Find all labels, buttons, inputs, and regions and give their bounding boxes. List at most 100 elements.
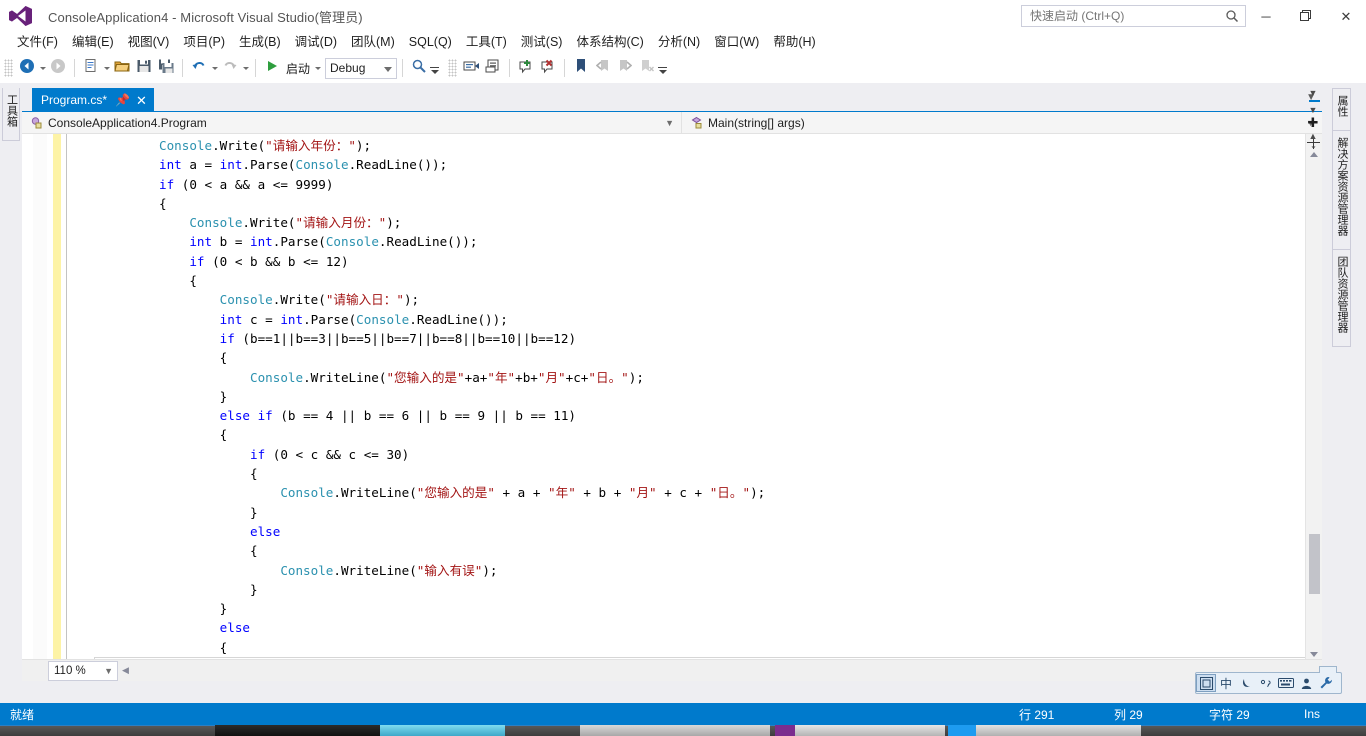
menu-debug[interactable]: 调试(D): [288, 33, 344, 52]
toolbar-overflow-button[interactable]: [430, 57, 440, 79]
menu-file[interactable]: 文件(F): [10, 33, 65, 52]
standard-toolbar: 启动 Debug: [0, 53, 1366, 83]
change-tracking-bar: [53, 134, 61, 659]
menu-help[interactable]: 帮助(H): [766, 33, 822, 52]
tool-window-dropdown-button[interactable]: ▼: [1306, 86, 1320, 99]
scrollbar-thumb[interactable]: [1309, 534, 1320, 594]
status-position-group: 行 291 列 29 字符 29 Ins: [1019, 706, 1366, 723]
undo-dropdown[interactable]: [210, 57, 219, 79]
menu-build[interactable]: 生成(B): [232, 33, 288, 52]
navigate-back-dropdown[interactable]: [38, 57, 47, 79]
navigation-bar: ConsoleApplication4.Program ▼ Main(strin…: [22, 111, 1322, 134]
right-dock-strip: ▼ ▼ ✚ ▲ 属性 解决方案资源管理器 团队资源管理器: [1308, 86, 1366, 681]
quick-launch-input[interactable]: [1030, 9, 1220, 23]
save-all-button[interactable]: [155, 57, 177, 79]
clear-bookmarks-button[interactable]: [636, 57, 658, 79]
menu-analyze[interactable]: 分析(N): [651, 33, 707, 52]
scroll-up-arrow-icon[interactable]: [1310, 152, 1318, 157]
taskbar-item[interactable]: [948, 725, 976, 736]
navigate-forward-button[interactable]: [47, 57, 69, 79]
undo-button[interactable]: [188, 57, 210, 79]
solution-configuration-combo[interactable]: Debug: [325, 57, 398, 79]
next-bookmark-button[interactable]: [614, 57, 636, 79]
taskbar-item[interactable]: [775, 725, 795, 736]
scroll-left-arrow-icon[interactable]: ◀: [122, 665, 129, 676]
code-editor-surface[interactable]: Console.Write("请输入年份："); int a = int.Par…: [22, 134, 1322, 659]
close-icon: ✕: [1340, 8, 1352, 24]
editor-horizontal-scrollbar[interactable]: [128, 662, 1322, 679]
document-tab-strip: Program.cs* 📌 ✕ ▼: [22, 86, 1322, 112]
toolbar-overflow-button-2[interactable]: [658, 57, 668, 79]
menu-tools[interactable]: 工具(T): [459, 33, 514, 52]
code-line: else: [249, 523, 281, 539]
source-code-text[interactable]: Console.Write("请输入年份："); int a = int.Par…: [68, 136, 765, 659]
maximize-restore-button[interactable]: [1286, 0, 1326, 32]
taskbar-item[interactable]: [976, 725, 1141, 736]
scroll-up-arrow-icon[interactable]: ▲: [1306, 129, 1320, 142]
chevron-down-icon[interactable]: ▼: [665, 118, 674, 128]
type-navigation-combo[interactable]: ConsoleApplication4.Program ▼: [22, 111, 682, 134]
ime-chinese-mode-button[interactable]: 中: [1216, 674, 1236, 692]
dock-tab-solution-explorer[interactable]: 解决方案资源管理器: [1332, 130, 1351, 250]
pin-icon[interactable]: 📌: [115, 93, 130, 107]
menu-view[interactable]: 视图(V): [121, 33, 177, 52]
menu-edit[interactable]: 编辑(E): [65, 33, 121, 52]
menu-test[interactable]: 测试(S): [514, 33, 570, 52]
code-line: {: [189, 273, 197, 289]
redo-dropdown[interactable]: [241, 57, 250, 79]
ime-punctuation-icon[interactable]: [1256, 674, 1276, 692]
toolbar-grip[interactable]: [4, 59, 13, 77]
redo-button[interactable]: [219, 57, 241, 79]
uncomment-block-button[interactable]: [482, 57, 504, 79]
auto-hide-pin-icon[interactable]: ✚: [1306, 116, 1320, 129]
start-debugging-label[interactable]: 启动: [283, 60, 313, 77]
comment-block-button[interactable]: [460, 57, 482, 79]
taskbar-item[interactable]: [380, 725, 505, 736]
quick-launch-box[interactable]: [1021, 5, 1246, 27]
scroll-down-arrow-icon[interactable]: [1310, 652, 1318, 657]
zoom-level-value: 110 %: [54, 664, 86, 677]
taskbar-item[interactable]: [795, 725, 945, 736]
menu-sql[interactable]: SQL(Q): [402, 33, 459, 52]
dock-tab-toolbox[interactable]: 工具箱: [2, 88, 20, 141]
ime-moon-icon[interactable]: [1236, 674, 1256, 692]
close-button[interactable]: ✕: [1326, 0, 1366, 32]
new-item-dropdown[interactable]: [102, 57, 111, 79]
ime-drag-handle[interactable]: [1319, 666, 1337, 673]
dock-tab-properties[interactable]: 属性: [1332, 88, 1351, 131]
menu-architecture[interactable]: 体系结构(C): [569, 33, 650, 52]
previous-bookmark-button[interactable]: [592, 57, 614, 79]
toolbar-grip[interactable]: [448, 59, 458, 77]
ime-mode-icon[interactable]: [1196, 674, 1216, 692]
ime-language-bar[interactable]: 中: [1195, 666, 1342, 694]
document-tab-program-cs[interactable]: Program.cs* 📌 ✕: [32, 88, 154, 112]
minimize-button[interactable]: ─: [1246, 0, 1286, 32]
dock-tab-team-explorer[interactable]: 团队资源管理器: [1332, 249, 1351, 347]
member-navigation-combo[interactable]: Main(string[] args) ▼: [682, 112, 1322, 134]
ime-keyboard-icon[interactable]: [1276, 674, 1296, 692]
start-debugging-dropdown[interactable]: [313, 57, 322, 79]
editor-vertical-scrollbar[interactable]: [1305, 134, 1322, 659]
taskbar-item[interactable]: [580, 725, 770, 736]
close-icon[interactable]: ✕: [136, 94, 147, 107]
find-in-files-button[interactable]: [408, 57, 430, 79]
start-debugging-button[interactable]: [261, 57, 283, 79]
taskbar-item[interactable]: [215, 725, 380, 736]
new-item-button[interactable]: [80, 57, 102, 79]
save-button[interactable]: [133, 57, 155, 79]
code-line: if (0 < a && a <= 9999): [159, 176, 334, 192]
menu-window[interactable]: 窗口(W): [707, 33, 766, 52]
menu-team[interactable]: 团队(M): [344, 33, 402, 52]
ime-tools-icon[interactable]: [1316, 674, 1336, 692]
menu-project[interactable]: 项目(P): [176, 33, 232, 52]
zoom-level-combo[interactable]: 110 % ▼: [48, 660, 118, 681]
type-navigation-value: ConsoleApplication4.Program: [48, 115, 207, 130]
ime-user-icon[interactable]: [1296, 674, 1316, 692]
comment-out-button[interactable]: [515, 57, 537, 79]
navigate-back-button[interactable]: [16, 57, 38, 79]
restore-icon: [1300, 9, 1312, 23]
uncomment-out-button[interactable]: [537, 57, 559, 79]
toolbar-separator: [564, 59, 566, 77]
open-file-button[interactable]: [111, 57, 133, 79]
toggle-bookmark-button[interactable]: [570, 57, 592, 79]
